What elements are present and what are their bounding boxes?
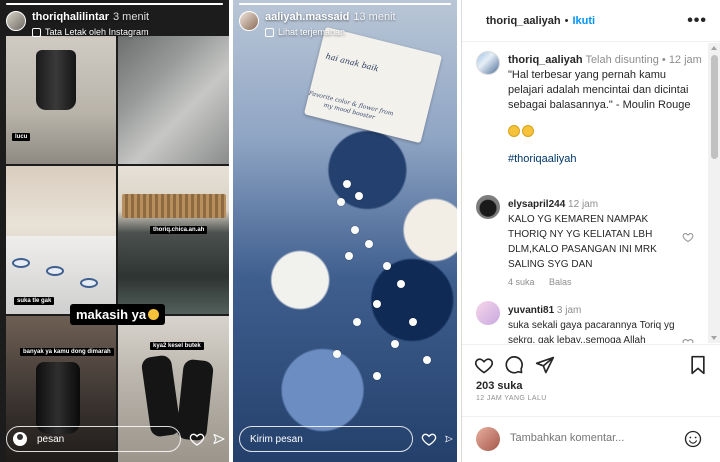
comments-scroll-area[interactable]: thoriq_aaliyah Telah disunting • 12 jam …	[462, 43, 708, 343]
story-subtitle[interactable]: Tata Letak oleh Instagram	[45, 25, 149, 39]
scroll-down-arrow-icon[interactable]	[711, 336, 717, 340]
caption-time: 12 jam	[668, 54, 702, 66]
story-header: thoriqhalilintar 3 menit Tata Letak oleh …	[6, 9, 223, 45]
reply-placeholder: Kirim pesan	[250, 433, 303, 445]
post-header: thoriq_aaliyah • Ikuti •••	[462, 0, 720, 42]
story-media-right[interactable]: hai anak baik Favorite color & flower fr…	[233, 0, 457, 462]
like-heart-icon[interactable]	[474, 355, 494, 375]
emoji-picker-icon[interactable]	[684, 430, 702, 448]
see-translation-link[interactable]: Lihat terjemahan	[278, 25, 345, 39]
post-actions	[462, 344, 720, 384]
camera-icon[interactable]	[13, 432, 27, 446]
follow-button[interactable]: Ikuti	[572, 15, 595, 27]
comment-username[interactable]: elysapril244	[508, 199, 565, 210]
story-username[interactable]: thoriqhalilintar	[32, 11, 109, 23]
reply-input[interactable]: Kirim pesan	[239, 426, 413, 452]
caption-tile-1: lucu	[12, 133, 31, 141]
share-icon[interactable]	[213, 431, 225, 447]
separator-dot: •	[564, 14, 569, 27]
comment-text: suka sekali gaya pacarannya Toriq yg sek…	[508, 320, 675, 343]
hashtag-link[interactable]: #thoriqaaliyah	[508, 152, 704, 167]
add-comment-bar	[462, 416, 720, 462]
comment-time: 12 jam	[568, 199, 599, 210]
layout-icon	[32, 27, 41, 37]
scrollbar-thumb[interactable]	[711, 55, 718, 159]
comment-like-icon[interactable]	[682, 231, 694, 243]
caption-tile-4: thoriq.chica.an.ah	[150, 226, 208, 234]
story-progress-bar	[239, 3, 451, 5]
instagram-post-view: lucu thoriq.chica.an.ah suka tle gak ban…	[0, 0, 720, 462]
comment-time: 3 jam	[556, 305, 582, 316]
smile-emoji-icon	[148, 309, 160, 320]
tile-marble-floor	[118, 36, 229, 164]
avatar[interactable]	[6, 11, 26, 31]
story-progress-fill	[6, 3, 223, 5]
reply-button[interactable]: Balas	[549, 277, 572, 287]
comments-scrollbar[interactable]	[708, 43, 720, 343]
story-reply-bar: Kirim pesan	[239, 426, 453, 452]
like-count[interactable]: 203 suka	[476, 380, 522, 392]
story-progress-fill	[239, 3, 451, 5]
translate-icon	[265, 27, 274, 37]
comment-bubble-icon[interactable]	[504, 355, 524, 375]
heart-icon[interactable]	[421, 431, 437, 447]
story-progress-bar	[6, 3, 223, 5]
story-text-sticker: makasih ya	[70, 304, 166, 325]
comment-likes[interactable]: 4 suka	[508, 277, 535, 287]
story-media-left[interactable]: lucu thoriq.chica.an.ah suka tle gak ban…	[0, 0, 229, 462]
caption-tile-5: banyak ya kamu dong dimarah	[20, 348, 114, 356]
tile-kitchen-counter	[118, 166, 229, 314]
caption-emojis	[508, 125, 704, 140]
caption-username[interactable]: thoriq_aaliyah	[508, 54, 583, 66]
avatar	[476, 427, 500, 451]
avatar[interactable]	[476, 51, 500, 75]
avatar[interactable]	[476, 195, 500, 219]
smile-emoji-icon	[522, 125, 534, 137]
comment-username[interactable]: yuvanti81	[508, 305, 554, 316]
separator-dot: •	[661, 54, 666, 66]
comment-like-icon[interactable]	[682, 337, 694, 343]
reply-input[interactable]: pesan	[6, 426, 181, 452]
smile-emoji-icon	[508, 125, 520, 137]
tile-trash-bin	[6, 36, 116, 164]
story-reply-bar: pesan	[6, 426, 225, 452]
story-header: aaliyah.massaid 13 menit Lihat terjemahan	[239, 9, 451, 45]
edited-label: Telah disunting	[585, 54, 659, 66]
avatar[interactable]	[476, 301, 500, 325]
story-time: 3 menit	[113, 11, 150, 23]
post-side-panel: thoriq_aaliyah • Ikuti ••• thoriq_aaliya…	[461, 0, 720, 462]
caption-tile-6: kya2 kesel butek	[150, 342, 204, 350]
caption-tile-3: suka tle gak	[14, 297, 55, 305]
tile-dining-table	[6, 166, 116, 314]
caption-text: "Hal terbesar yang pernah kamu pelajari …	[508, 69, 691, 111]
story-username[interactable]: aaliyah.massaid	[265, 11, 349, 23]
add-comment-input[interactable]	[510, 432, 670, 444]
reply-placeholder: pesan	[37, 433, 65, 445]
bookmark-icon[interactable]	[688, 355, 708, 375]
post-timestamp: 12 JAM YANG LALU	[476, 395, 547, 402]
story-time: 13 menit	[353, 11, 396, 23]
share-icon[interactable]	[445, 431, 453, 447]
comment-text: KALO YG KEMAREN NAMPAK THORIQ NY YG KELI…	[508, 214, 657, 270]
scroll-up-arrow-icon[interactable]	[711, 46, 717, 50]
more-options-icon[interactable]: •••	[687, 12, 707, 30]
post-username[interactable]: thoriq_aaliyah	[486, 15, 561, 27]
share-icon[interactable]	[535, 355, 555, 375]
heart-icon[interactable]	[189, 431, 205, 447]
avatar[interactable]	[239, 11, 259, 31]
